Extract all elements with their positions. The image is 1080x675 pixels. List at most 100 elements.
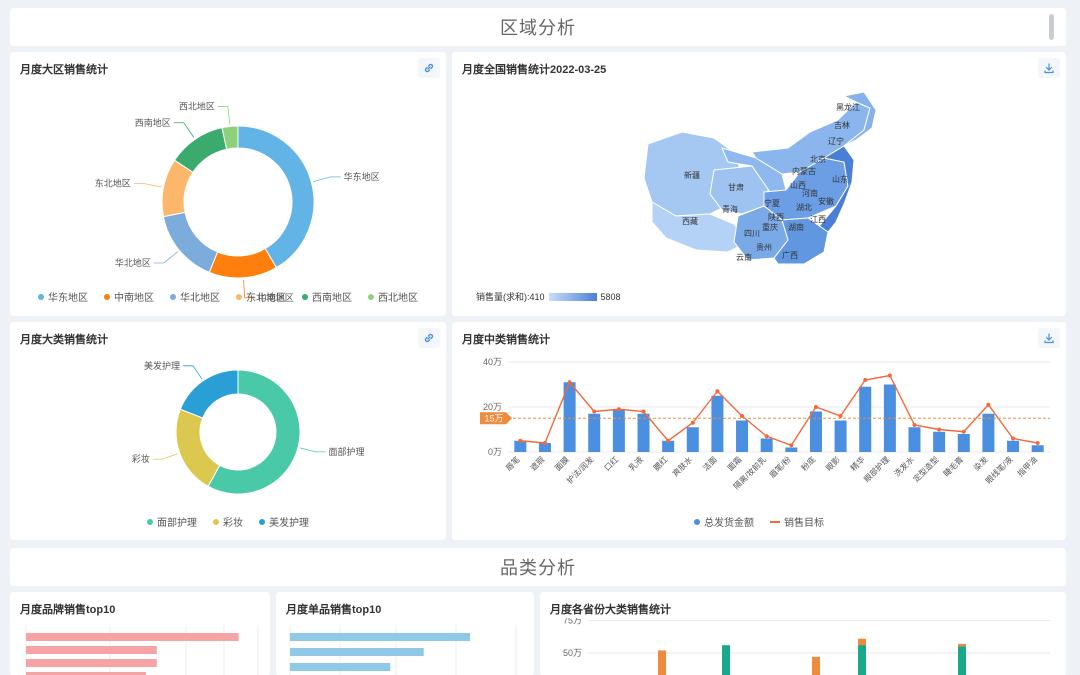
x-tick-label: 洁面 (700, 454, 718, 472)
region-pie-chart: 华东地区中南地区华北地区东北地区西南地区西北地区 (95, 101, 380, 303)
scrollbar-thumb[interactable] (1049, 14, 1054, 40)
bar[interactable] (26, 633, 239, 641)
bar[interactable] (760, 438, 773, 453)
x-tick-label: 乳液 (627, 454, 645, 472)
target-point[interactable] (666, 438, 671, 443)
target-point[interactable] (518, 438, 523, 443)
target-point[interactable] (813, 405, 818, 409)
legend-item[interactable]: 美发护理 (259, 514, 309, 529)
province-panel: 月度各省份大类销售统计 50万 75万 (540, 592, 1066, 675)
target-point[interactable] (1011, 436, 1016, 441)
bar[interactable] (686, 427, 699, 452)
target-point[interactable] (592, 409, 597, 414)
target-point[interactable] (986, 402, 991, 407)
target-point[interactable] (616, 407, 621, 412)
map-label: 湖南 (788, 222, 804, 232)
legend-item[interactable]: 华北地区 (170, 289, 220, 304)
target-point[interactable] (937, 427, 942, 432)
pie-slice[interactable] (175, 408, 221, 488)
legend-item[interactable]: 中南地区 (104, 289, 154, 304)
target-point[interactable] (863, 378, 868, 382)
target-point[interactable] (764, 434, 769, 439)
target-point[interactable] (912, 423, 917, 427)
bar[interactable] (859, 386, 872, 452)
legend-item[interactable]: 华东地区 (38, 289, 88, 304)
bar[interactable] (26, 646, 157, 654)
target-point[interactable] (789, 443, 794, 448)
bar[interactable] (785, 447, 798, 453)
target-point[interactable] (715, 389, 720, 394)
link-icon[interactable] (418, 328, 440, 348)
bar[interactable] (858, 645, 866, 675)
bar[interactable] (1007, 440, 1020, 452)
bar[interactable] (290, 648, 424, 656)
legend-marker (770, 520, 780, 523)
target-point[interactable] (542, 441, 547, 445)
bar[interactable] (612, 409, 625, 452)
bar[interactable] (812, 656, 820, 675)
y-tick-label: 75万 (563, 618, 582, 626)
section-title-text: 区域分析 (500, 18, 576, 38)
x-tick-label: 面霜 (726, 455, 744, 473)
bar[interactable] (637, 413, 650, 452)
map-scale-bar[interactable] (548, 292, 597, 301)
target-point[interactable] (961, 429, 966, 434)
panel-title: 月度各省份大类销售统计 (550, 604, 671, 616)
pie-slice[interactable] (179, 369, 239, 419)
download-icon[interactable] (1038, 58, 1060, 78)
legend-label: 华北地区 (180, 293, 220, 304)
bar[interactable] (736, 420, 749, 453)
target-point[interactable] (838, 414, 843, 418)
target-point[interactable] (641, 409, 646, 414)
bar[interactable] (26, 659, 157, 667)
target-point[interactable] (1035, 441, 1040, 445)
target-point[interactable] (887, 373, 892, 378)
bar[interactable] (290, 663, 391, 671)
legend-item[interactable]: 西北地区 (368, 289, 418, 304)
legend-item[interactable]: 彩妆 (213, 514, 243, 529)
bar[interactable] (933, 431, 946, 452)
x-tick-label: 眼影 (824, 454, 842, 472)
legend-item[interactable]: 面部护理 (147, 514, 197, 529)
pie-label-line (299, 447, 326, 453)
target-point[interactable] (567, 380, 572, 385)
bar[interactable] (1031, 445, 1044, 452)
bar[interactable] (809, 411, 822, 453)
combo-chart: 0万20万40万唇笔 遮瑕 面膜护法/润发 口红 乳液 腮红 爽肤水 洁面 面霜隔离/妆前乳 眉笔… (480, 357, 1050, 491)
province-bar-chart: 50万 75万 (563, 618, 1050, 675)
legend-marker (213, 518, 219, 525)
legend-item[interactable]: 总发货金额 (694, 514, 754, 529)
bar[interactable] (834, 420, 847, 453)
pie-label: 华东地区 (344, 171, 380, 182)
legend-marker (302, 293, 308, 300)
map-label: 青海 (722, 204, 738, 214)
china-map[interactable]: 新疆 西藏 青海 甘肃 宁夏 内蒙古 黑龙江 吉林 辽宁 北京 山东 山西 陕西… (452, 82, 1066, 282)
bar[interactable] (722, 645, 730, 675)
pie-slice[interactable] (208, 247, 278, 279)
legend-item[interactable]: 东北地区 (236, 289, 286, 304)
bar[interactable] (711, 395, 724, 452)
legend-marker (259, 518, 265, 525)
pie-slice[interactable] (237, 125, 315, 269)
target-point[interactable] (690, 420, 695, 425)
bar[interactable] (290, 633, 470, 641)
bar[interactable] (908, 427, 921, 452)
legend-item[interactable]: 西南地区 (302, 289, 352, 304)
pie-slice[interactable] (173, 127, 228, 173)
legend-marker (236, 293, 242, 300)
legend-marker (104, 293, 110, 300)
legend-item[interactable]: 销售目标 (770, 514, 824, 529)
bar[interactable] (982, 413, 995, 452)
x-tick-label: 爽肤水 (670, 454, 694, 478)
bar[interactable] (958, 646, 966, 675)
legend-label: 西南地区 (312, 293, 352, 304)
map-label: 贵州 (756, 242, 772, 252)
pie-slice[interactable] (162, 211, 219, 273)
bar[interactable] (588, 413, 601, 452)
target-point[interactable] (740, 414, 745, 418)
download-icon[interactable] (1038, 328, 1060, 348)
legend-label: 美发护理 (269, 518, 309, 529)
bar[interactable] (658, 650, 666, 675)
x-tick-label: 定型造型 (911, 454, 941, 484)
bar[interactable] (957, 434, 970, 452)
